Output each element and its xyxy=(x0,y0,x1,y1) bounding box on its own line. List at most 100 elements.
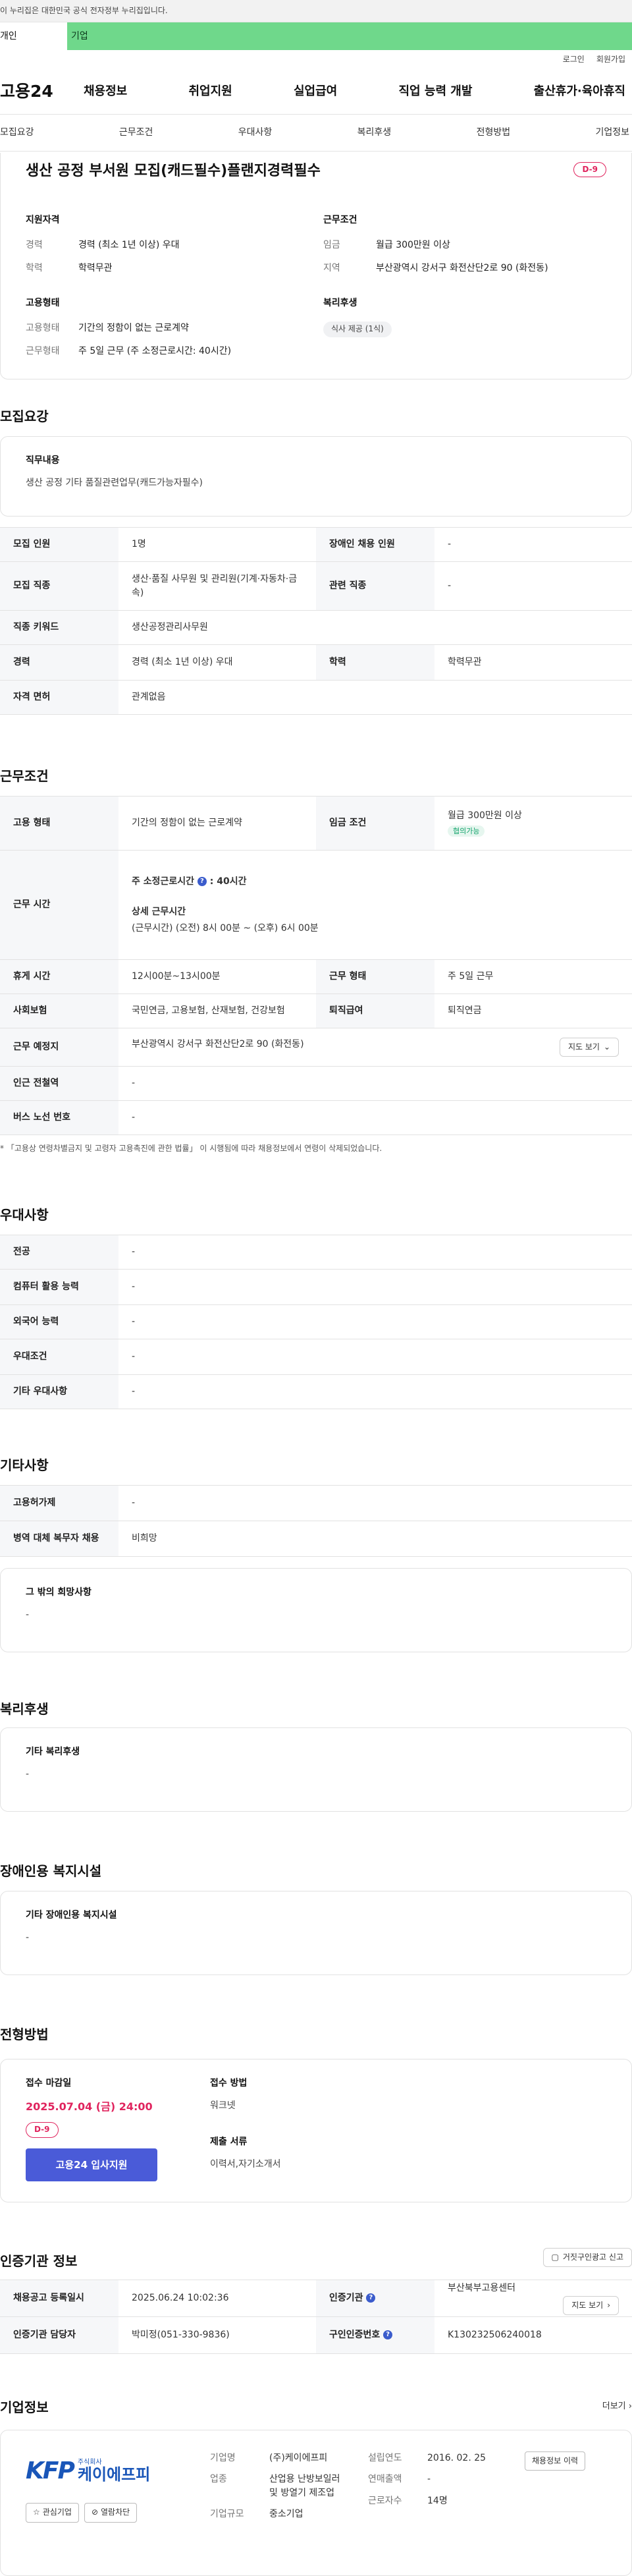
gnb-item-jobs[interactable]: 채용정보 xyxy=(84,83,127,100)
table-row: 모집 인원 1명 장애인 채용 인원 - xyxy=(0,527,632,562)
row-key: 학력 xyxy=(26,262,43,273)
job-title: 생산 공정 부서원 모집(캐드필수)플랜지경력필수 xyxy=(26,163,321,179)
cell-value: 박미정(051-330-9836) xyxy=(118,2316,316,2354)
cell-label: 관련 직종 xyxy=(316,561,434,611)
map-button[interactable]: 지도 보기 › xyxy=(563,2295,619,2316)
table-row: 인근 전철역 - xyxy=(0,1066,632,1101)
cell-label: 고용 형태 xyxy=(0,796,118,851)
row-key: 업종 xyxy=(210,2474,227,2485)
star-icon: ☆ xyxy=(33,2507,40,2517)
tab-pref[interactable]: 우대사항 xyxy=(238,126,273,139)
company-logo-text: 주식회사 케이에프피 xyxy=(78,2459,150,2483)
help-icon[interactable]: ? xyxy=(366,2293,376,2303)
cell-label: 인증기관 담당자 xyxy=(0,2316,118,2354)
company-logo-mark: KFP xyxy=(26,2457,75,2484)
gnb-item-leave[interactable]: 출산휴가·육아휴직 xyxy=(534,83,625,100)
weekly-hours-label: 주 소정근로시간 xyxy=(132,876,195,887)
company-row: 설립연도 2016. 02. 25 xyxy=(368,2451,526,2465)
help-icon[interactable]: ? xyxy=(383,2330,393,2340)
age-law-note: * 「고용상 연령차별금지 및 고령자 고용촉진에 관한 법률」 이 시행됨에 … xyxy=(0,1144,382,1153)
report-icon: ▢ xyxy=(551,2253,559,2262)
cell-value: 관계없음 xyxy=(118,680,632,715)
cell-label: 자격 면허 xyxy=(0,680,118,715)
row-value: 산업용 난방보일러 및 방열기 제조업 xyxy=(269,2474,340,2498)
company-logo-name: 케이에프피 xyxy=(77,2465,151,2484)
table-row: 컴퓨터 활용 능력 - xyxy=(0,1269,632,1305)
gnb-item-skills[interactable]: 직업 능력 개발 xyxy=(399,83,473,100)
disabled-box: 기타 장애인용 복지시설 - xyxy=(0,1891,632,1975)
cell-value: 생산·품질 사무원 및 관리원(기계·자동차·금속) xyxy=(118,561,316,611)
apply-button[interactable]: 고용24 입사지원 xyxy=(26,2148,157,2181)
cell-label: 경력 xyxy=(0,644,118,681)
tab-individual[interactable]: 개인 xyxy=(0,22,67,50)
employment-row: 고용형태 기간의 정함이 없는 근로계약 xyxy=(26,322,302,335)
hope-label: 그 밖의 희망사항 xyxy=(26,1587,92,1598)
login-link[interactable]: 로그인 xyxy=(563,54,585,65)
company-more-link[interactable]: 더보기 › xyxy=(602,2401,632,2413)
gov-banner: 이 누리집은 대한민국 공식 전자정부 누리집입니다. xyxy=(0,0,632,22)
cell-label: 외국어 능력 xyxy=(0,1304,118,1339)
report-fake-ad-button[interactable]: ▢ 거짓구인광고 신고 xyxy=(542,2248,632,2268)
cell-label: 기타 우대사항 xyxy=(0,1374,118,1409)
cell-value: - xyxy=(118,1485,632,1521)
row-key: 설립연도 xyxy=(368,2453,402,2463)
etc-table: 고용허가제 - 병역 대체 복무자 채용 비희망 xyxy=(0,1485,632,1557)
table-row: 버스 노선 번호 - xyxy=(0,1100,632,1135)
weekly-hours-value: : 40시간 xyxy=(209,876,247,887)
employment-heading: 고용형태 xyxy=(26,298,60,308)
block-view-button[interactable]: ⊘ 열람차단 xyxy=(84,2503,138,2523)
chevron-down-icon: ⌄ xyxy=(603,1042,610,1051)
cell-label: 버스 노선 번호 xyxy=(0,1100,118,1135)
cell-label: 고용허가제 xyxy=(0,1485,118,1521)
cell-value: - xyxy=(118,1374,632,1409)
tab-business[interactable]: 기업 xyxy=(67,22,632,50)
recruit-section-title: 모집요강 xyxy=(0,408,49,424)
table-row: 모집 직종 생산·품질 사무원 및 관리원(기계·자동차·금속) 관련 직종 - xyxy=(0,561,632,611)
tab-recruit[interactable]: 모집요강 xyxy=(0,126,34,139)
more-label: 더보기 xyxy=(602,2401,626,2411)
cell-value: 주 소정근로시간 ? : 40시간 상세 근무시간 (근무시간) (오전) 8시… xyxy=(118,850,632,960)
site-logo[interactable]: 고용24 xyxy=(0,80,84,103)
employment-row: 근무형태 주 5일 근무 (주 소정근로시간: 40시간) xyxy=(26,345,302,358)
cell-label: 근무 예정지 xyxy=(0,1028,118,1067)
conditions-row: 임금 월급 300만원 이상 xyxy=(323,238,600,252)
row-value: (주)케이에프피 xyxy=(269,2453,328,2463)
row-key: 근무형태 xyxy=(26,345,60,356)
conditions-heading: 근무조건 xyxy=(323,215,357,225)
cell-label: 모집 직종 xyxy=(0,561,118,611)
pref-table: 전공 - 컴퓨터 활용 능력 - 외국어 능력 - 우대조건 - 기타 우대사항 - xyxy=(0,1235,632,1409)
recruit-table: 모집 인원 1명 장애인 채용 인원 - 모집 직종 생산·품질 사무원 및 관… xyxy=(0,527,632,715)
deadline-label: 접수 마감일 xyxy=(26,2078,72,2088)
block-icon: ⊘ xyxy=(91,2507,98,2517)
report-button-label: 거짓구인광고 신고 xyxy=(562,2253,623,2262)
row-value: 월급 300만원 이상 xyxy=(376,240,450,251)
deadline-block: 접수 마감일 2025.07.04 (금) 24:00 D-9 고용24 입사지… xyxy=(26,2077,157,2181)
gnb-item-unemployment-benefit[interactable]: 실업급여 xyxy=(294,83,337,100)
tab-method[interactable]: 전형방법 xyxy=(477,126,511,139)
favorite-company-button[interactable]: ☆ 관심기업 xyxy=(26,2503,79,2523)
table-row: 경력 경력 (최소 1년 이상) 우대 학력 학력무관 xyxy=(0,644,632,681)
join-link[interactable]: 회원가입 xyxy=(596,54,625,65)
job-summary-card: 생산 공정 부서원 모집(캐드필수)플랜지경력필수 D-9 지원자격 경력 경력 … xyxy=(0,153,632,379)
cell-value: - xyxy=(434,561,632,611)
benefit-box: 기타 복리후생 - xyxy=(0,1727,632,1812)
table-row: 자격 면허 관계없음 xyxy=(0,680,632,715)
company-section-title: 기업정보 xyxy=(0,2399,49,2415)
disabled-section-title: 장애인용 복지시설 xyxy=(0,1863,102,1879)
map-button[interactable]: 지도 보기 ⌄ xyxy=(559,1037,619,1057)
cell-label: 병역 대체 복무자 채용 xyxy=(0,1521,118,1557)
tab-work[interactable]: 근무조건 xyxy=(119,126,153,139)
cell-value: 주 5일 근무 xyxy=(434,959,632,994)
wage-value: 월급 300만원 이상 xyxy=(448,810,522,822)
tab-company[interactable]: 기업정보 xyxy=(595,126,629,139)
gnb-item-employment-support[interactable]: 취업지원 xyxy=(189,83,232,100)
tab-benefit[interactable]: 복리후생 xyxy=(357,126,392,139)
help-icon[interactable]: ? xyxy=(197,877,207,887)
company-actions: ☆ 관심기업 ⊘ 열람차단 xyxy=(26,2503,150,2523)
cell-value: - xyxy=(118,1235,632,1270)
method-label: 접수 방법 xyxy=(210,2078,248,2088)
agency-section-title: 인증기관 정보 xyxy=(0,2253,78,2269)
hiring-history-button[interactable]: 채용정보 이력 xyxy=(525,2451,586,2471)
row-value: 경력 (최소 1년 이상) 우대 xyxy=(78,240,180,251)
cell-label: 근무 형태 xyxy=(316,959,434,994)
